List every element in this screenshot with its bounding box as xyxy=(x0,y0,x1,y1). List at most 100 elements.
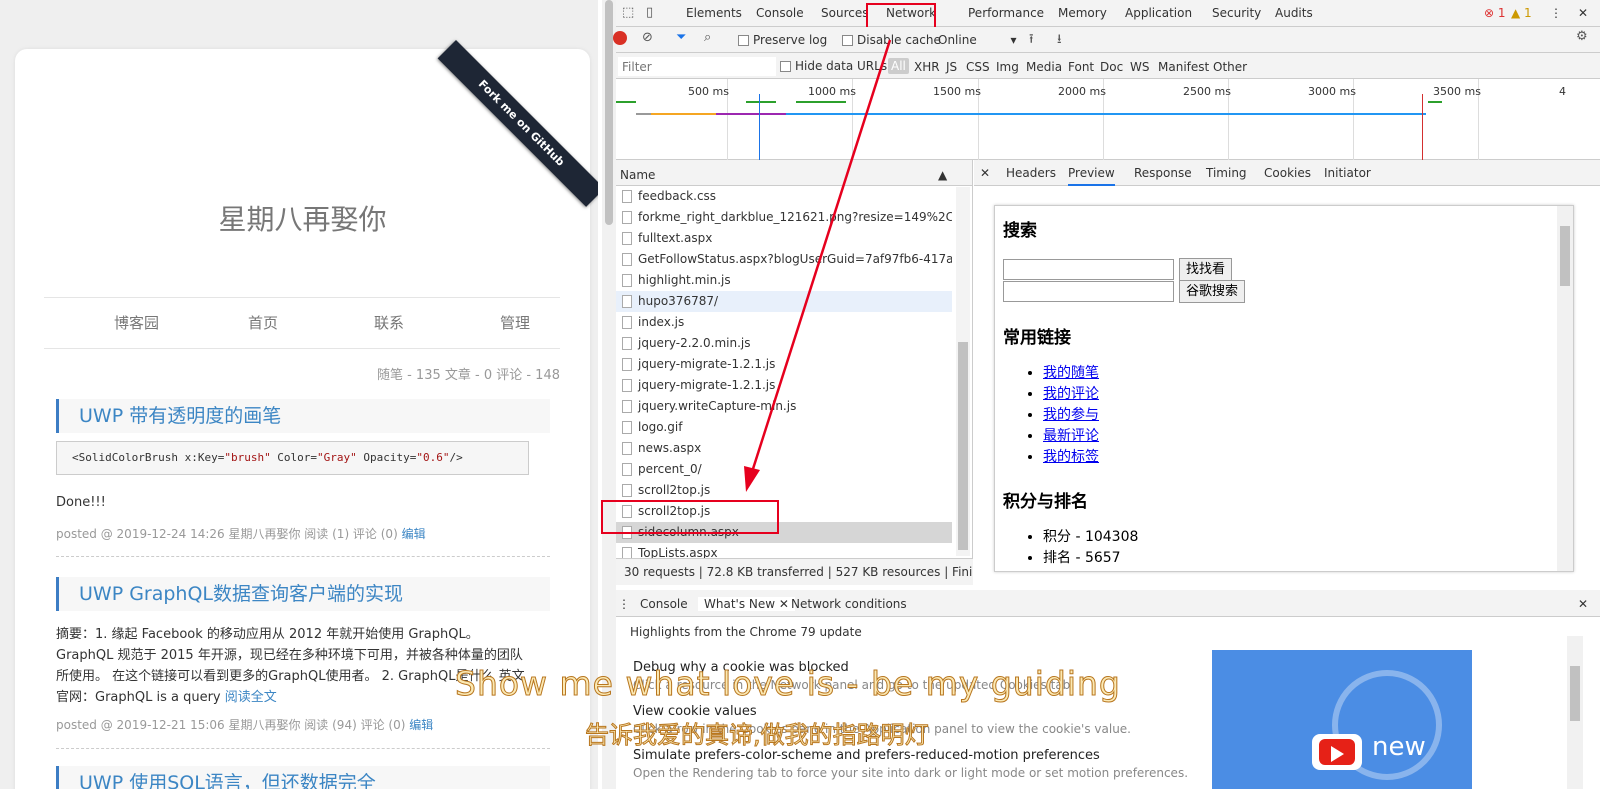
close-icon[interactable]: ✕ xyxy=(1578,6,1588,20)
video-thumbnail[interactable]: new xyxy=(1212,650,1472,789)
read-more-link[interactable]: 阅读全文 xyxy=(225,690,277,705)
drawer-menu-icon[interactable]: ⋮ xyxy=(618,597,630,611)
disable-cache-checkbox[interactable]: Disable cache xyxy=(842,33,941,47)
tab-preview[interactable]: Preview xyxy=(1068,166,1115,186)
edit-link-1[interactable]: 编辑 xyxy=(402,527,426,541)
tab-security[interactable]: Security xyxy=(1212,6,1261,20)
more-menu-icon[interactable]: ⋮ xyxy=(1550,6,1562,20)
request-row[interactable]: hupo376787/ xyxy=(616,291,952,312)
scroll-thumb[interactable] xyxy=(958,342,968,550)
file-icon xyxy=(622,442,632,455)
request-row[interactable]: news.aspx xyxy=(616,438,952,459)
tab-audits[interactable]: Audits xyxy=(1275,6,1313,20)
drawer-tab-whats-new[interactable]: What's New ✕ xyxy=(698,597,795,611)
tab-timing[interactable]: Timing xyxy=(1206,166,1247,180)
request-row[interactable]: GetFollowStatus.aspx?blogUserGuid=7af97f… xyxy=(616,249,952,270)
tab-performance[interactable]: Performance xyxy=(968,6,1044,20)
tab-memory[interactable]: Memory xyxy=(1058,6,1107,20)
request-row[interactable]: percent_0/ xyxy=(616,459,952,480)
edit-link-2[interactable]: 编辑 xyxy=(409,718,433,732)
request-row[interactable]: highlight.min.js xyxy=(616,270,952,291)
search-button[interactable]: 找找看 xyxy=(1179,258,1233,281)
filter-manifest[interactable]: Manifest xyxy=(1158,60,1209,74)
export-icon[interactable]: ⭳ xyxy=(1057,30,1062,52)
nav-cnblogs[interactable]: 博客园 xyxy=(114,312,159,333)
tab-response[interactable]: Response xyxy=(1134,166,1192,180)
request-row[interactable]: forkme_right_darkblue_121621.png?resize=… xyxy=(616,207,952,228)
request-row[interactable]: jquery-migrate-1.2.1.js xyxy=(616,354,952,375)
request-row[interactable]: scroll2top.js xyxy=(616,480,952,501)
drawer-tab-network-conditions[interactable]: Network conditions xyxy=(791,597,907,611)
scroll-thumb[interactable] xyxy=(1570,666,1580,721)
link-my-tags[interactable]: 我的标签 xyxy=(1043,449,1099,465)
tab-headers[interactable]: Headers xyxy=(1006,166,1056,180)
filter-other[interactable]: Other xyxy=(1213,60,1247,74)
hide-data-urls-checkbox[interactable]: Hide data URLs xyxy=(780,59,887,73)
record-icon[interactable] xyxy=(613,31,627,45)
close-icon[interactable]: ✕ xyxy=(980,166,990,180)
error-badge[interactable]: ⊗ 1 xyxy=(1484,6,1506,20)
tab-cookies[interactable]: Cookies xyxy=(1264,166,1311,180)
nav-contact[interactable]: 联系 xyxy=(374,312,404,333)
filter-xhr[interactable]: XHR xyxy=(914,60,940,74)
google-input[interactable] xyxy=(1003,281,1174,302)
timing-bar xyxy=(786,113,1426,115)
throttle-select[interactable]: Online ▾ xyxy=(938,33,1017,47)
warning-badge[interactable]: ▲ 1 xyxy=(1511,6,1532,20)
drawer-tab-console[interactable]: Console xyxy=(640,597,688,611)
list-item: 我的标签 xyxy=(1043,447,1099,468)
filter-css[interactable]: CSS xyxy=(966,60,990,74)
request-row[interactable]: fulltext.aspx xyxy=(616,228,952,249)
tab-initiator[interactable]: Initiator xyxy=(1324,166,1371,180)
request-row[interactable]: jquery.writeCapture-min.js xyxy=(616,396,952,417)
filter-icon[interactable]: ⏷ xyxy=(676,30,686,45)
time-label: 500 ms xyxy=(688,85,729,98)
filter-img[interactable]: Img xyxy=(996,60,1019,74)
network-overview[interactable]: 500 ms 1000 ms 1500 ms 2000 ms 2500 ms 3… xyxy=(616,79,1600,160)
clear-icon[interactable]: ⊘ xyxy=(642,30,653,45)
name-column-header[interactable]: Name ▲ xyxy=(616,160,972,186)
link-my-comments[interactable]: 我的评论 xyxy=(1043,386,1099,402)
request-row[interactable]: feedback.css xyxy=(616,186,952,207)
tab-elements[interactable]: Elements xyxy=(686,6,742,20)
scroll-thumb[interactable] xyxy=(605,0,613,225)
filter-ws[interactable]: WS xyxy=(1130,60,1149,74)
link-my-posts[interactable]: 我的随笔 xyxy=(1043,365,1099,381)
device-toolbar-icon[interactable]: ▯ xyxy=(646,5,653,20)
filter-media[interactable]: Media xyxy=(1026,60,1062,74)
preserve-log-checkbox[interactable]: Preserve log xyxy=(738,33,827,47)
nav-admin[interactable]: 管理 xyxy=(500,312,530,333)
inspect-icon[interactable]: ⬚ xyxy=(622,5,634,20)
filter-input[interactable] xyxy=(618,57,776,76)
scroll-thumb[interactable] xyxy=(1560,226,1570,286)
post-title-3[interactable]: UWP 使用SQL语言，但还数据完全 xyxy=(56,766,550,789)
list-scrollbar[interactable] xyxy=(956,187,970,556)
tab-console[interactable]: Console xyxy=(756,6,804,20)
tab-application[interactable]: Application xyxy=(1125,6,1192,20)
link-latest-comments[interactable]: 最新评论 xyxy=(1043,428,1099,444)
filter-doc[interactable]: Doc xyxy=(1100,60,1123,74)
request-row[interactable]: index.js xyxy=(616,312,952,333)
post-title-1[interactable]: UWP 带有透明度的画笔 xyxy=(56,399,550,433)
filter-all[interactable]: All xyxy=(888,58,909,74)
link-my-participation[interactable]: 我的参与 xyxy=(1043,407,1099,423)
google-search-button[interactable]: 谷歌搜索 xyxy=(1179,280,1246,303)
drawer-scrollbar[interactable] xyxy=(1567,636,1583,789)
site-title[interactable]: 星期八再娶你 xyxy=(15,198,590,238)
request-row[interactable]: jquery-2.2.0.min.js xyxy=(616,333,952,354)
feature-title[interactable]: Simulate prefers-color-scheme and prefer… xyxy=(633,748,1100,763)
request-row[interactable]: jquery-migrate-1.2.1.js xyxy=(616,375,952,396)
search-icon[interactable]: ⌕ xyxy=(704,30,711,45)
gear-icon[interactable]: ⚙ xyxy=(1576,29,1588,44)
request-row[interactable]: logo.gif xyxy=(616,417,952,438)
filter-font[interactable]: Font xyxy=(1068,60,1094,74)
search-input[interactable] xyxy=(1003,259,1174,280)
import-icon[interactable]: ⭱ xyxy=(1029,30,1034,52)
filter-js[interactable]: JS xyxy=(946,60,957,74)
nav-home[interactable]: 首页 xyxy=(248,312,278,333)
close-icon[interactable]: ✕ xyxy=(1578,597,1588,611)
tab-sources[interactable]: Sources xyxy=(821,6,868,20)
post-title-2[interactable]: UWP GraphQL数据查询客户端的实现 xyxy=(56,577,550,611)
close-icon[interactable]: ✕ xyxy=(779,597,789,611)
preview-scrollbar[interactable] xyxy=(1557,206,1573,571)
